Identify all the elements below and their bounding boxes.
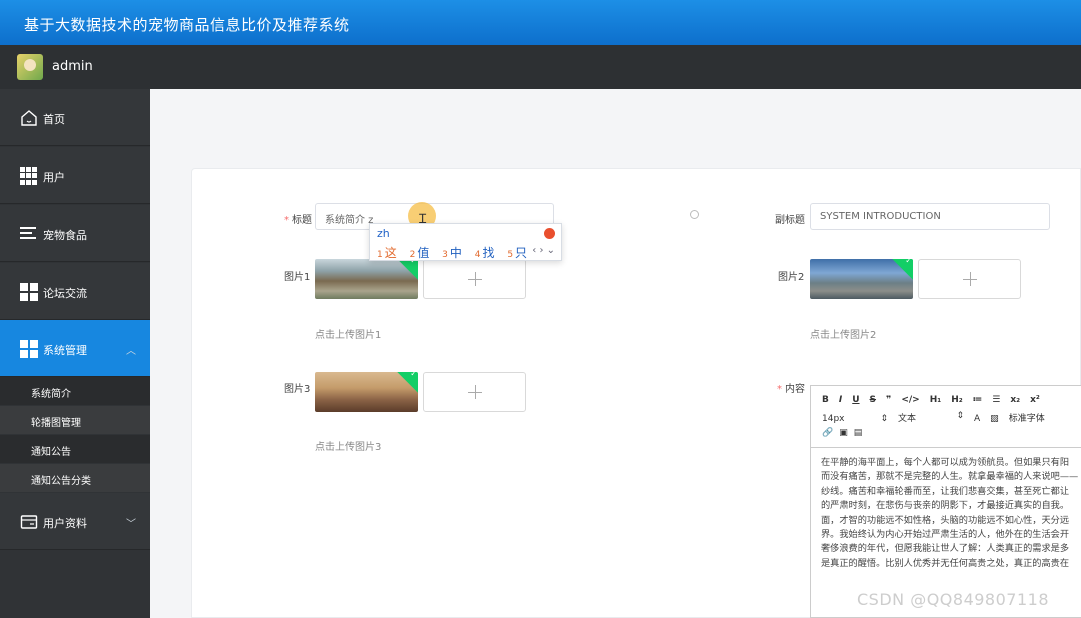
- home-icon: [21, 110, 37, 126]
- image2-hint: 点击上传图片2: [810, 330, 877, 341]
- title-label: * 标题: [284, 215, 312, 226]
- sidebar-item-profile[interactable]: 用户资料 ﹀: [0, 493, 150, 550]
- image2-label: 图片2: [778, 272, 805, 283]
- strike-button[interactable]: S: [870, 395, 876, 405]
- h1-button[interactable]: H₁: [930, 395, 941, 405]
- ime-logo-icon: [544, 228, 555, 239]
- submenu-item-notice-category[interactable]: 通知公告分类: [0, 464, 150, 492]
- toolbar-style-row: 14px ⇕ 文本 ⇕ A ▨ 标准字体: [822, 411, 1055, 424]
- sidebar-item-label: 宠物食品: [43, 229, 87, 242]
- submenu-item-intro[interactable]: 系统简介: [0, 377, 150, 405]
- sidebar-item-label: 系统管理: [43, 344, 87, 357]
- app-header: 基于大数据技术的宠物商品信息比价及推荐系统: [0, 0, 1081, 45]
- list-icon: [20, 227, 38, 245]
- chevron-up-icon: ︿: [126, 346, 136, 357]
- quote-button[interactable]: ❞: [886, 395, 891, 405]
- clear-icon[interactable]: [690, 210, 699, 219]
- rich-text-editor[interactable]: B I U S ❞ </> H₁ H₂ ≔ ☰ x₂ x² 14px ⇕ 文本 ⇕ A ▨ 标准字体 🔗 ▣ ▤ …: [810, 385, 1081, 618]
- subscript-button[interactable]: x₂: [1010, 395, 1020, 405]
- sidebar-item-label: 用户资料: [43, 517, 87, 530]
- image1-upload-button[interactable]: [423, 259, 526, 299]
- ime-candidate[interactable]: 2值: [410, 246, 430, 260]
- watermark: CSDN @QQ849807118: [857, 590, 1050, 609]
- sidebar-item-pet-food[interactable]: 宠物食品: [0, 205, 150, 262]
- background-color-icon[interactable]: ▨: [990, 414, 999, 424]
- ordered-list-button[interactable]: ≔: [973, 395, 983, 405]
- italic-button[interactable]: I: [839, 395, 842, 405]
- check-icon: [889, 259, 913, 281]
- sidebar-item-home[interactable]: 首页: [0, 89, 150, 146]
- check-icon: [394, 259, 418, 281]
- app-title: 基于大数据技术的宠物商品信息比价及推荐系统: [24, 16, 350, 34]
- ime-candidate[interactable]: 4找: [475, 246, 495, 260]
- h2-button[interactable]: H₂: [951, 395, 962, 405]
- toolbar-format-row: B I U S ❞ </> H₁ H₂ ≔ ☰ x₂ x²: [822, 395, 1050, 405]
- user-avatar[interactable]: [17, 54, 43, 80]
- user-bar: admin: [0, 45, 1081, 89]
- image1-thumbnail[interactable]: [315, 259, 418, 299]
- ime-candidates: 1这 2值 3中 4找 5只: [377, 244, 536, 261]
- image3-label: 图片3: [284, 384, 311, 395]
- sidebar-item-system[interactable]: 系统管理 ︿: [0, 320, 150, 377]
- ime-candidate[interactable]: 5只: [507, 246, 527, 260]
- bullet-list-button[interactable]: ☰: [992, 395, 1000, 405]
- toolbar-insert-row: 🔗 ▣ ▤: [822, 428, 872, 438]
- image3-thumbnail[interactable]: [315, 372, 418, 412]
- underline-button[interactable]: U: [852, 395, 859, 405]
- editor-content[interactable]: 在平静的海平面上，每个人都可以成为领航员。但如果只有阳 而没有痛苦，那就不是完整…: [821, 456, 1081, 571]
- sidebar: 首页 用户 宠物食品 论坛交流 系统管理 ︿ 系统简介 轮播图管理 通知公告 通…: [0, 89, 150, 618]
- grid-icon: [20, 340, 38, 358]
- sidebar-item-users[interactable]: 用户: [0, 147, 150, 204]
- text-style-select[interactable]: 文本 ⇕: [898, 411, 964, 424]
- font-size-select[interactable]: 14px ⇕: [822, 414, 888, 424]
- grid-icon: [20, 283, 38, 301]
- image2-thumbnail[interactable]: [810, 259, 913, 299]
- subtitle-label: 副标题: [775, 215, 805, 226]
- link-icon[interactable]: 🔗: [822, 428, 833, 438]
- font-family-select[interactable]: 标准字体: [1009, 411, 1045, 424]
- video-icon[interactable]: ▤: [854, 428, 863, 438]
- image1-label: 图片1: [284, 272, 311, 283]
- image3-upload-button[interactable]: [423, 372, 526, 412]
- sidebar-item-forum[interactable]: 论坛交流: [0, 263, 150, 320]
- sidebar-item-label: 首页: [43, 113, 65, 126]
- ime-page-nav[interactable]: ‹ › ⌄: [532, 245, 555, 256]
- submenu-item-carousel[interactable]: 轮播图管理: [0, 406, 150, 434]
- image-icon[interactable]: ▣: [839, 428, 848, 438]
- bold-button[interactable]: B: [822, 395, 829, 405]
- font-color-icon[interactable]: A: [974, 414, 980, 424]
- chevron-down-icon: ﹀: [126, 519, 136, 530]
- editor-toolbar: B I U S ❞ </> H₁ H₂ ≔ ☰ x₂ x² 14px ⇕ 文本 ⇕ A ▨ 标准字体 🔗 ▣ ▤: [811, 386, 1081, 448]
- check-icon: [394, 372, 418, 394]
- content-label: * 内容: [777, 384, 805, 395]
- submenu-item-notice[interactable]: 通知公告: [0, 435, 150, 463]
- updown-icon: ⇕: [956, 411, 964, 421]
- image1-hint: 点击上传图片1: [315, 330, 382, 341]
- image3-hint: 点击上传图片3: [315, 442, 382, 453]
- code-button[interactable]: </>: [901, 395, 919, 405]
- superscript-button[interactable]: x²: [1030, 395, 1040, 405]
- card-icon: [20, 515, 38, 529]
- ime-composition: zh: [377, 227, 390, 240]
- sidebar-item-label: 用户: [43, 171, 65, 184]
- image2-upload-button[interactable]: [918, 259, 1021, 299]
- updown-icon: ⇕: [880, 414, 888, 424]
- grid-icon: [20, 167, 38, 185]
- user-name[interactable]: admin: [52, 59, 93, 74]
- subtitle-input[interactable]: SYSTEM INTRODUCTION: [810, 203, 1050, 230]
- ime-candidate-window[interactable]: zh 1这 2值 3中 4找 5只 ‹ › ⌄: [369, 223, 562, 261]
- sidebar-item-label: 论坛交流: [43, 287, 87, 300]
- ime-candidate[interactable]: 3中: [442, 246, 462, 260]
- ime-candidate[interactable]: 1这: [377, 246, 397, 260]
